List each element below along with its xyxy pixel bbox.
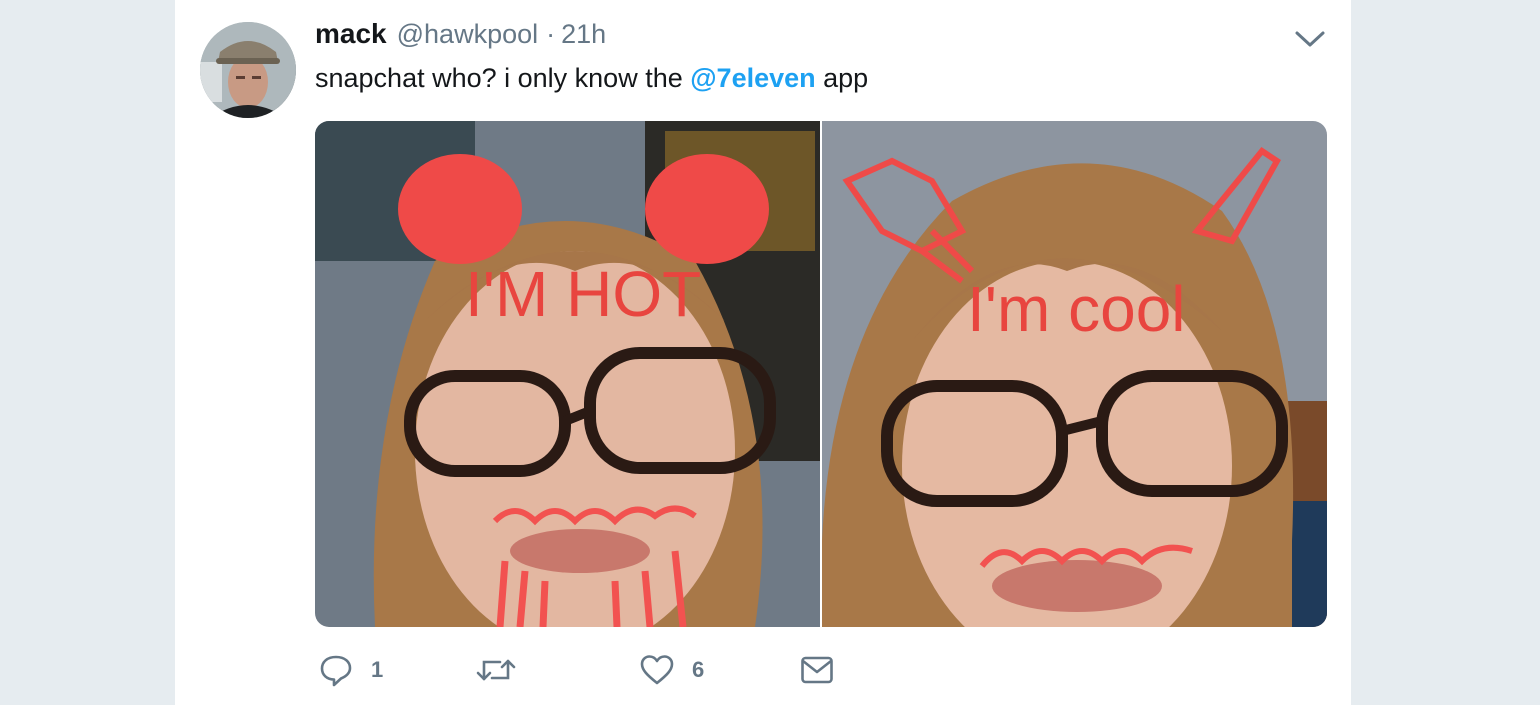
direct-message-button[interactable] bbox=[800, 648, 834, 692]
chevron-down-icon[interactable] bbox=[1293, 28, 1327, 50]
photo-left[interactable]: I'M HOT bbox=[315, 121, 820, 627]
reply-count: 1 bbox=[371, 657, 384, 682]
left-caption: I'M HOT bbox=[465, 258, 701, 330]
tweet-card[interactable]: mack @hawkpool · 21h snapchat who? i onl… bbox=[175, 0, 1351, 705]
tweet-header: mack @hawkpool · 21h bbox=[315, 18, 606, 54]
tweet-actions: 1 6 bbox=[315, 648, 1015, 692]
like-count: 6 bbox=[692, 657, 705, 682]
author-handle[interactable]: @hawkpool bbox=[397, 19, 539, 50]
tweet-text-start: snapchat who? i only know the bbox=[315, 63, 691, 93]
tweet-timestamp[interactable]: 21h bbox=[561, 19, 606, 50]
reply-button[interactable]: 1 bbox=[319, 648, 383, 692]
retweet-icon bbox=[476, 659, 516, 681]
avatar[interactable] bbox=[200, 22, 296, 118]
author-name[interactable]: mack bbox=[315, 18, 387, 50]
photo-right[interactable]: I'm cool bbox=[822, 121, 1327, 627]
right-caption: I'm cool bbox=[967, 273, 1186, 345]
retweet-button[interactable] bbox=[475, 648, 535, 692]
tweet-text: snapchat who? i only know the @7eleven a… bbox=[315, 60, 868, 96]
message-icon bbox=[801, 656, 833, 684]
mention-link[interactable]: @7eleven bbox=[690, 63, 815, 93]
tweet-text-end: app bbox=[815, 63, 869, 93]
header-separator: · bbox=[546, 19, 556, 49]
media-grid: I'M HOT I'm cool bbox=[315, 121, 1327, 627]
like-icon bbox=[640, 655, 674, 685]
like-button[interactable]: 6 bbox=[640, 648, 704, 692]
reply-icon bbox=[320, 655, 352, 687]
